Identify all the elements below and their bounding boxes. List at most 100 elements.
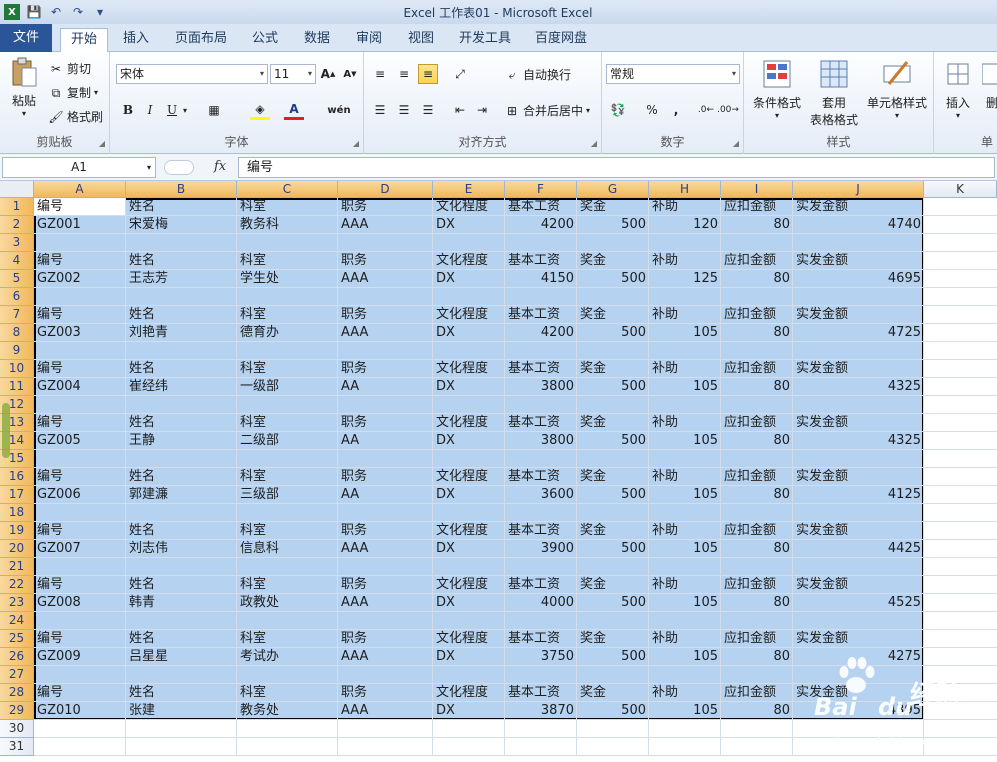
- cell-header-label[interactable]: 实发金额: [793, 360, 924, 378]
- cell-header-label[interactable]: 文化程度: [433, 306, 505, 324]
- cell-header-label[interactable]: 姓名: [126, 468, 237, 486]
- cell-value[interactable]: 80: [721, 594, 793, 612]
- cell-value[interactable]: 105: [649, 324, 721, 342]
- fill-color-icon[interactable]: ◈: [250, 100, 270, 120]
- column-header-i[interactable]: I: [721, 181, 793, 198]
- cell-value[interactable]: 105: [649, 378, 721, 396]
- cell-header-label[interactable]: 职务: [338, 684, 433, 702]
- customize-toolbar-icon[interactable]: ▾: [92, 4, 108, 20]
- cell-value[interactable]: 500: [577, 432, 649, 450]
- merge-center-button[interactable]: ⊞ 合并后居中 ▾: [504, 102, 590, 119]
- cell-header-label[interactable]: 奖金: [577, 306, 649, 324]
- cell-header-label[interactable]: 实发金额: [793, 414, 924, 432]
- cell-header-label[interactable]: 编号: [34, 252, 126, 270]
- cell-header-label[interactable]: 补助: [649, 306, 721, 324]
- cell-value[interactable]: GZ001: [34, 216, 126, 234]
- row-header[interactable]: 9: [0, 342, 34, 360]
- cell-header-label[interactable]: 姓名: [126, 522, 237, 540]
- cell-header-label[interactable]: 应扣金额: [721, 414, 793, 432]
- cell-value[interactable]: 80: [721, 216, 793, 234]
- cell-header-label[interactable]: 应扣金额: [721, 198, 793, 216]
- cell-value[interactable]: 政教处: [237, 594, 338, 612]
- cell-value[interactable]: GZ009: [34, 648, 126, 666]
- phonetic-button[interactable]: wén: [324, 100, 354, 120]
- cell-header-label[interactable]: 科室: [237, 576, 338, 594]
- align-top-icon[interactable]: ≡: [370, 64, 390, 84]
- cell-value[interactable]: DX: [433, 324, 505, 342]
- cell-value[interactable]: 80: [721, 486, 793, 504]
- row-header[interactable]: 8: [0, 324, 34, 342]
- cell-value[interactable]: 500: [577, 324, 649, 342]
- align-left-icon[interactable]: ☰: [370, 100, 390, 120]
- cell-header-label[interactable]: 应扣金额: [721, 630, 793, 648]
- cell-header-label[interactable]: 职务: [338, 468, 433, 486]
- cell-value[interactable]: 教务处: [237, 702, 338, 720]
- row-header[interactable]: 23: [0, 594, 34, 612]
- cell-header-label[interactable]: 实发金额: [793, 198, 924, 216]
- row-header[interactable]: 19: [0, 522, 34, 540]
- number-format-combo[interactable]: 常规 ▾: [606, 64, 740, 84]
- cell-header-label[interactable]: 姓名: [126, 252, 237, 270]
- font-name-combo[interactable]: 宋体 ▾: [116, 64, 268, 84]
- cell-value[interactable]: AAA: [338, 648, 433, 666]
- dialog-launcher-icon[interactable]: ◢: [99, 139, 105, 148]
- row-header[interactable]: 10: [0, 360, 34, 378]
- row-header[interactable]: 16: [0, 468, 34, 486]
- column-header-g[interactable]: G: [577, 181, 649, 198]
- cell-header-label[interactable]: 奖金: [577, 630, 649, 648]
- cell-header-label[interactable]: 文化程度: [433, 576, 505, 594]
- cell-value[interactable]: 105: [649, 432, 721, 450]
- tab-home[interactable]: 开始: [60, 28, 108, 53]
- cell-value[interactable]: 500: [577, 216, 649, 234]
- tab-insert[interactable]: 插入: [114, 28, 158, 52]
- cell-value[interactable]: GZ004: [34, 378, 126, 396]
- cell-value[interactable]: 4525: [793, 594, 924, 612]
- cell-value[interactable]: 吕星星: [126, 648, 237, 666]
- cell-header-label[interactable]: 奖金: [577, 684, 649, 702]
- conditional-format-button[interactable]: 条件格式 ▾: [750, 58, 804, 120]
- cell-header-label[interactable]: 科室: [237, 360, 338, 378]
- cell-value[interactable]: 考试办: [237, 648, 338, 666]
- column-header-h[interactable]: H: [649, 181, 721, 198]
- cell-value[interactable]: 4325: [793, 378, 924, 396]
- cell-value[interactable]: 3800: [505, 432, 577, 450]
- row-header[interactable]: 25: [0, 630, 34, 648]
- cell-value[interactable]: 80: [721, 702, 793, 720]
- borders-icon[interactable]: ▦: [204, 100, 224, 120]
- tab-developer[interactable]: 开发工具: [452, 28, 518, 52]
- cell-header-label[interactable]: 科室: [237, 252, 338, 270]
- cell-header-label[interactable]: 补助: [649, 414, 721, 432]
- cell-header-label[interactable]: 编号: [34, 414, 126, 432]
- cell-value[interactable]: 德育办: [237, 324, 338, 342]
- row-header[interactable]: 22: [0, 576, 34, 594]
- cell-header-label[interactable]: 职务: [338, 198, 433, 216]
- cell-header-label[interactable]: 职务: [338, 414, 433, 432]
- cell-header-label[interactable]: 补助: [649, 360, 721, 378]
- decrease-indent-icon[interactable]: ⇤: [450, 100, 470, 120]
- select-all-corner[interactable]: [0, 181, 34, 198]
- dialog-launcher-icon[interactable]: ◢: [353, 139, 359, 148]
- formula-input[interactable]: 编号: [238, 157, 995, 178]
- cell-value[interactable]: 105: [649, 702, 721, 720]
- cell-header-label[interactable]: 科室: [237, 306, 338, 324]
- cell-header-label[interactable]: 奖金: [577, 414, 649, 432]
- cell-header-label[interactable]: 科室: [237, 198, 338, 216]
- cell-value[interactable]: 4200: [505, 324, 577, 342]
- align-right-icon[interactable]: ☰: [418, 100, 438, 120]
- row-header[interactable]: 17: [0, 486, 34, 504]
- cell-value[interactable]: DX: [433, 216, 505, 234]
- insert-function-button[interactable]: fx: [214, 159, 226, 174]
- font-color-icon[interactable]: A: [284, 100, 304, 120]
- row-header[interactable]: 5: [0, 270, 34, 288]
- cell-header-label[interactable]: 应扣金额: [721, 522, 793, 540]
- cell-value[interactable]: 4695: [793, 270, 924, 288]
- cell-value[interactable]: 韩青: [126, 594, 237, 612]
- cell-value[interactable]: 4725: [793, 324, 924, 342]
- column-header-c[interactable]: C: [237, 181, 338, 198]
- cell-header-label[interactable]: 基本工资: [505, 576, 577, 594]
- cell-header-label[interactable]: 姓名: [126, 360, 237, 378]
- cell-header-label[interactable]: 应扣金额: [721, 468, 793, 486]
- cell-value[interactable]: GZ010: [34, 702, 126, 720]
- cell-value[interactable]: 500: [577, 594, 649, 612]
- cell-value[interactable]: 王静: [126, 432, 237, 450]
